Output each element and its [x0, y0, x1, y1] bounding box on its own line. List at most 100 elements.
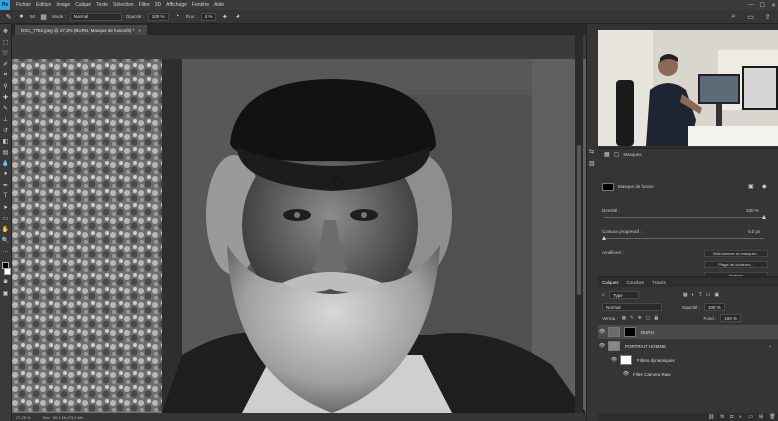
type-tool-icon[interactable]: T	[2, 192, 10, 200]
screen-mode-icon[interactable]: ▣	[2, 289, 10, 297]
visibility-eye-icon[interactable]: 👁	[598, 343, 606, 349]
layer-row-camera-raw[interactable]: 👁 Filtre Camera Raw	[598, 367, 778, 381]
density-slider-handle[interactable]	[762, 215, 766, 219]
brush-tool-icon[interactable]: ✎	[2, 104, 10, 112]
canvas[interactable]	[12, 35, 586, 413]
add-mask-icon[interactable]: ◘	[730, 414, 733, 420]
canvas-vertical-scrollbar[interactable]	[575, 35, 583, 413]
select-mask-icon[interactable]: ▣	[748, 183, 754, 190]
brush-tool-icon[interactable]: ✎	[4, 12, 13, 21]
tab-traces[interactable]: Tracés	[652, 280, 666, 285]
airbrush-icon[interactable]: ✦	[220, 12, 229, 21]
layer-style-icon[interactable]: fx	[720, 414, 724, 420]
move-tool-icon[interactable]: ✥	[2, 27, 10, 35]
quick-select-tool-icon[interactable]: ✐	[2, 60, 10, 68]
lasso-tool-icon[interactable]: ➰	[2, 49, 10, 57]
maximize-button[interactable]: ☐	[760, 2, 765, 9]
quick-mask-icon[interactable]: ◙	[2, 278, 10, 286]
visibility-eye-icon[interactable]: 👁	[622, 371, 630, 377]
fill-field[interactable]: 100 %	[720, 314, 741, 322]
delete-layer-icon[interactable]: 🗑	[769, 414, 775, 420]
menu-affichage[interactable]: Affichage	[166, 2, 187, 8]
feather-slider-handle[interactable]	[602, 236, 606, 240]
lock-move-icon[interactable]: ✥	[638, 315, 642, 321]
flux-field[interactable]: 4 %	[200, 12, 217, 21]
filter-adjust-icon[interactable]: ◐	[692, 292, 695, 298]
lock-all-icon[interactable]: 🔒	[654, 315, 660, 321]
history-panel-icon[interactable]: ⇆	[589, 148, 594, 155]
layer-mask-thumbnail[interactable]	[624, 327, 636, 337]
document-tab[interactable]: DSC_7782.jpeg @ 27,3% (BURN, Masque de f…	[15, 25, 148, 35]
document-size-info[interactable]: Doc : 85,1 Mo/73,3 Mo	[43, 415, 83, 420]
filter-type-icon[interactable]: T	[699, 292, 702, 298]
blend-mode-select[interactable]: Normal	[602, 303, 662, 311]
share-icon[interactable]: ⇪	[763, 12, 772, 21]
apply-mask-icon[interactable]: ◆	[762, 183, 767, 190]
filter-smart-icon[interactable]: ▣	[714, 292, 719, 298]
path-select-tool-icon[interactable]: ➤	[2, 203, 10, 211]
density-slider[interactable]	[604, 217, 764, 218]
pen-tool-icon[interactable]: ✒	[2, 181, 10, 189]
brush-preset-icon[interactable]: ●	[17, 12, 26, 21]
new-adjustment-icon[interactable]: ◐	[739, 414, 742, 420]
select-and-mask-button[interactable]: Sélectionner et masquer...	[704, 250, 768, 257]
workspace-icon[interactable]: ▭	[746, 12, 755, 21]
feather-value[interactable]: 0,0 px	[748, 229, 760, 234]
menu-filtre[interactable]: Filtre	[139, 2, 150, 8]
layer-row-portrait[interactable]: 👁 PORTRAIT HOMME ⌄	[598, 339, 778, 353]
menu-fenetre[interactable]: Fenêtre	[192, 2, 209, 8]
adjustments-panel-icon[interactable]: ▥	[589, 160, 595, 167]
menu-calque[interactable]: Calque	[75, 2, 91, 8]
dodge-tool-icon[interactable]: ●	[2, 170, 10, 178]
lock-artboard-icon[interactable]: ▢	[646, 315, 650, 321]
healing-tool-icon[interactable]: ✚	[2, 93, 10, 101]
mode-select[interactable]: Normal	[69, 12, 122, 21]
zoom-tool-icon[interactable]: 🔍	[2, 236, 10, 244]
layer-row-burn[interactable]: 👁 BURN	[598, 325, 778, 339]
more-tools-icon[interactable]: …	[2, 247, 10, 255]
new-group-icon[interactable]: ▭	[748, 414, 753, 420]
blur-tool-icon[interactable]: 💧	[2, 159, 10, 167]
menu-aide[interactable]: Aide	[214, 2, 224, 8]
visibility-eye-icon[interactable]: 👁	[610, 357, 618, 363]
lock-paint-icon[interactable]: ✎	[630, 315, 634, 321]
smart-filter-icon[interactable]: ⌄	[768, 343, 772, 349]
link-layers-icon[interactable]: ⛓	[708, 414, 714, 420]
pressure-opacity-icon[interactable]: ◔	[173, 12, 182, 21]
vector-mask-icon[interactable]: ▢	[614, 151, 620, 158]
menu-image[interactable]: Image	[56, 2, 70, 8]
layer-filter-select[interactable]: Type	[608, 291, 639, 299]
tab-couches[interactable]: Couches	[627, 280, 645, 285]
density-value[interactable]: 100 %	[746, 208, 759, 213]
menu-texte[interactable]: Texte	[96, 2, 108, 8]
crop-tool-icon[interactable]: ⌗	[2, 71, 10, 79]
opacity-field[interactable]: 100 %	[147, 12, 169, 21]
visibility-eye-icon[interactable]: 👁	[598, 329, 606, 335]
menu-selection[interactable]: Sélection	[113, 2, 134, 8]
marquee-tool-icon[interactable]: ⬚	[2, 38, 10, 46]
filter-mask-thumbnail[interactable]	[620, 355, 632, 365]
minimize-button[interactable]: —	[748, 2, 754, 8]
eyedropper-tool-icon[interactable]: ⚲	[2, 82, 10, 90]
hand-tool-icon[interactable]: ✋	[2, 225, 10, 233]
gradient-tool-icon[interactable]: ▤	[2, 148, 10, 156]
scrollbar-thumb[interactable]	[577, 145, 581, 295]
brush-size-value[interactable]: 50	[30, 14, 35, 19]
search-icon[interactable]: ⌕	[729, 12, 738, 21]
feather-slider[interactable]	[604, 238, 764, 239]
background-color-swatch[interactable]	[4, 268, 11, 275]
filter-pixel-icon[interactable]: ▦	[683, 292, 688, 298]
brush-panel-icon[interactable]: ▦	[39, 12, 48, 21]
lock-pixels-icon[interactable]: ▦	[622, 315, 626, 321]
zoom-level[interactable]: 27,25 %	[16, 415, 31, 420]
history-brush-tool-icon[interactable]: ↺	[2, 126, 10, 134]
layer-row-smart-filters[interactable]: 👁 Filtres dynamiques	[598, 353, 778, 367]
color-range-button[interactable]: Plage de couleurs...	[704, 261, 768, 268]
menu-fichier[interactable]: Fichier	[16, 2, 31, 8]
pressure-size-icon[interactable]: ◕	[233, 12, 242, 21]
eraser-tool-icon[interactable]: ◧	[2, 137, 10, 145]
menu-edition[interactable]: Edition	[36, 2, 51, 8]
close-button[interactable]: ✕	[771, 2, 776, 9]
clone-stamp-tool-icon[interactable]: ⊥	[2, 115, 10, 123]
close-tab-icon[interactable]: ×	[138, 28, 141, 33]
